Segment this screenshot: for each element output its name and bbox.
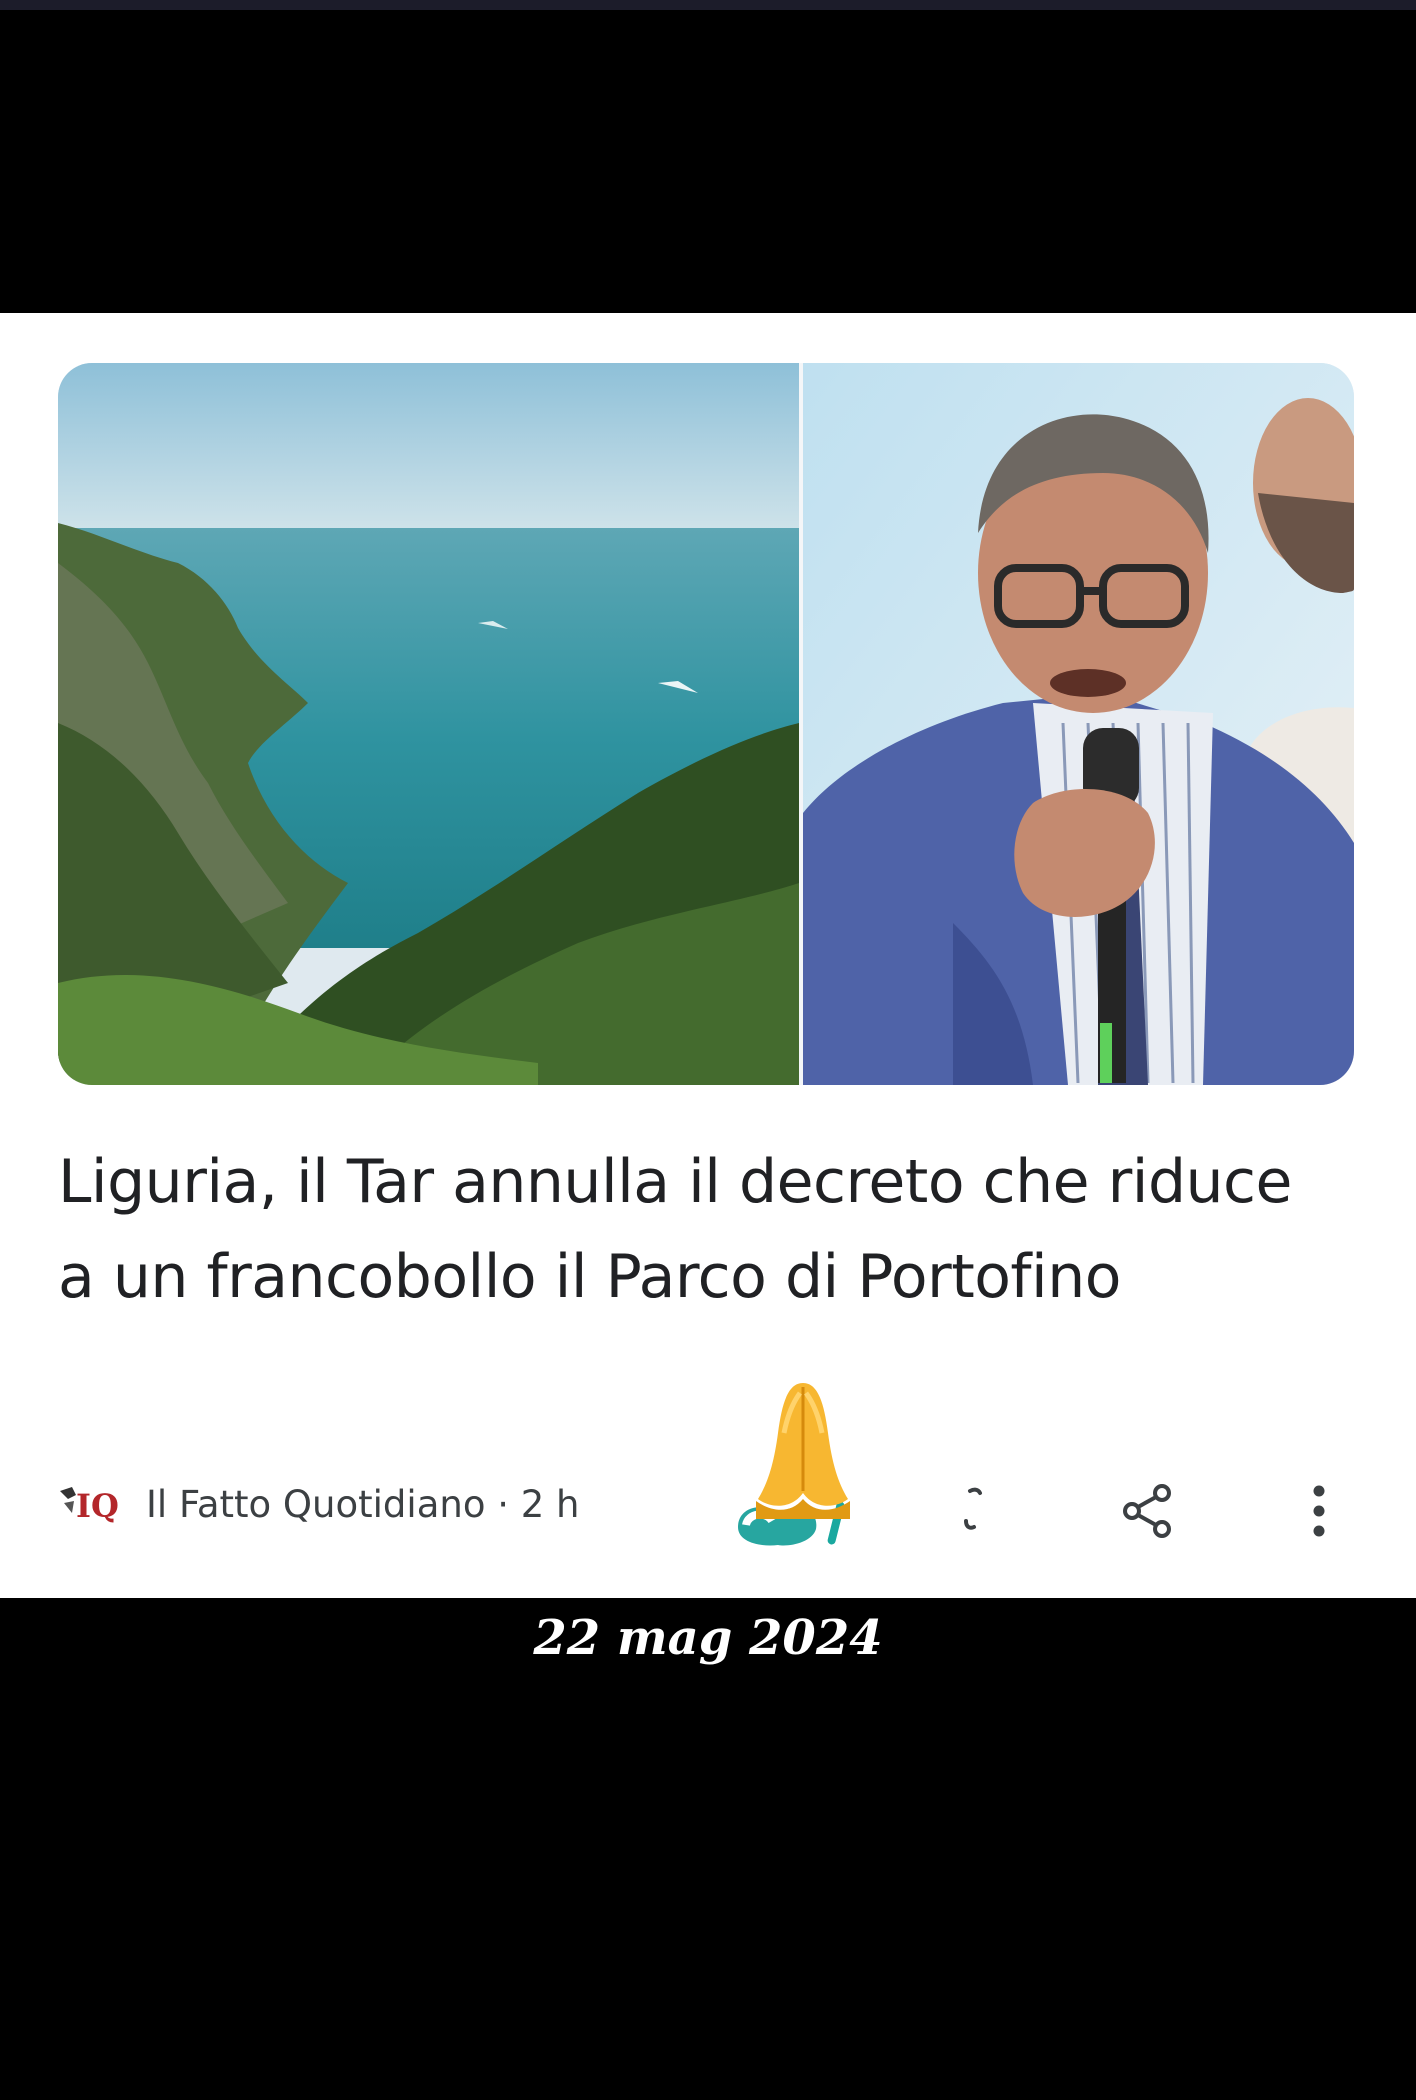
article-image[interactable] <box>58 363 1354 1085</box>
article-headline[interactable]: Liguria, il Tar annulla il decreto che r… <box>58 1135 1298 1325</box>
speaker-photo <box>803 363 1354 1085</box>
share-icon[interactable] <box>1118 1481 1178 1541</box>
top-bar <box>0 0 1416 10</box>
source-logo: IQ <box>58 1481 119 1525</box>
source-name[interactable]: Il Fatto Quotidiano · 2 h <box>146 1483 580 1527</box>
date-caption: 22 mag 2024 <box>533 1610 883 1666</box>
coastline-photo <box>58 363 799 1085</box>
source-logo-text: IQ <box>76 1487 118 1525</box>
article-meta-row: IQ Il Fatto Quotidiano · 2 h <box>58 1383 1358 1546</box>
news-card[interactable]: Liguria, il Tar annulla il decreto che r… <box>0 313 1416 1598</box>
more-vertical-icon[interactable] <box>1304 1481 1334 1541</box>
bookmark-icon[interactable] <box>956 1485 996 1535</box>
prayer-hands-sticker <box>748 1373 858 1523</box>
